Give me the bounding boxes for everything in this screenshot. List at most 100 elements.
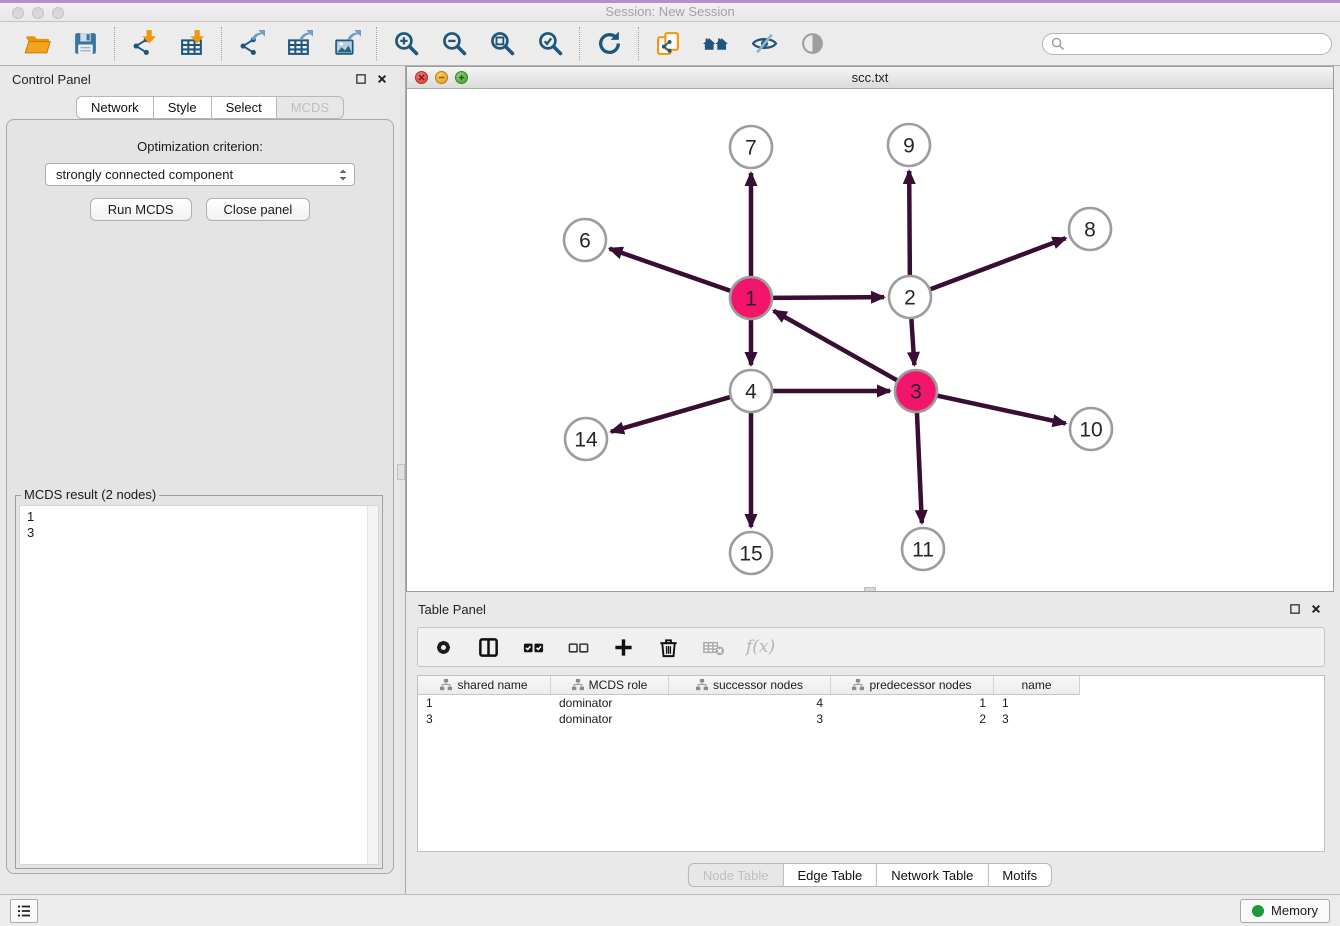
network-window-controls [415, 71, 468, 84]
table-cell[interactable]: 4 [669, 696, 831, 710]
graph-edge-3-1[interactable] [774, 311, 900, 382]
delete-table-button[interactable] [701, 635, 725, 659]
zoom-in-button[interactable] [392, 30, 420, 58]
import-network-button[interactable] [130, 30, 158, 58]
column-header-shared-name[interactable]: shared name [418, 676, 551, 694]
maximize-network-button[interactable] [455, 71, 468, 84]
mcds-panel: Optimization criterion: strongly connect… [6, 119, 394, 874]
search-input[interactable] [1069, 37, 1323, 51]
tab-network[interactable]: Network [76, 96, 154, 119]
graph-edge-1-6[interactable] [610, 249, 734, 292]
table-cell[interactable]: 1 [831, 696, 994, 710]
graph-edge-4-14[interactable] [611, 396, 733, 431]
hide-selected-icon [751, 30, 778, 57]
graph-node-label: 10 [1079, 419, 1102, 442]
memory-button[interactable]: Memory [1240, 899, 1330, 923]
graph-edge-3-11[interactable] [917, 410, 922, 523]
column-label: MCDS role [589, 678, 648, 692]
scrollbar-track[interactable] [367, 506, 378, 864]
search-box[interactable] [1042, 33, 1332, 55]
column-header-name[interactable]: name [994, 676, 1079, 694]
minimize-network-button[interactable] [435, 71, 448, 84]
list-icon [15, 902, 33, 920]
clone-network-button[interactable] [654, 30, 682, 58]
graph-edge-3-10[interactable] [935, 395, 1066, 423]
close-panel-button[interactable] [376, 73, 388, 85]
zoom-out-button[interactable] [440, 30, 468, 58]
table-cell[interactable]: dominator [551, 696, 669, 710]
criterion-dropdown[interactable]: strongly connected component [45, 163, 355, 186]
save-session-button[interactable] [71, 30, 99, 58]
table-tab-motifs[interactable]: Motifs [988, 863, 1052, 887]
open-session-button[interactable] [23, 30, 51, 58]
table-cell[interactable]: 3 [418, 712, 551, 726]
show-all-icon [799, 30, 826, 57]
float-panel-button[interactable] [355, 73, 367, 85]
table-tab-node-table[interactable]: Node Table [688, 863, 784, 887]
add-row-button[interactable] [611, 635, 635, 659]
close-window-button[interactable] [12, 7, 24, 19]
deselect-all-icon [567, 636, 590, 659]
status-bar: Memory [0, 894, 1340, 926]
delete-row-button[interactable] [656, 635, 680, 659]
show-all-button[interactable] [798, 30, 826, 58]
function-button[interactable]: f(x) [746, 635, 775, 659]
column-label: predecessor nodes [869, 678, 971, 692]
mcds-result-item: 1 [27, 509, 378, 525]
export-network-button[interactable] [237, 30, 265, 58]
float-table-panel-button[interactable] [1289, 603, 1301, 615]
network-canvas[interactable]: 7968124314101511 [407, 89, 1333, 591]
columns-button[interactable] [476, 635, 500, 659]
export-image-icon [334, 30, 361, 57]
graph-node-label: 11 [912, 539, 934, 562]
graph-node-label: 8 [1084, 219, 1096, 242]
export-image-button[interactable] [333, 30, 361, 58]
table-tab-network-table[interactable]: Network Table [877, 863, 988, 887]
table-cell[interactable]: dominator [551, 712, 669, 726]
tab-style[interactable]: Style [154, 96, 212, 119]
column-header-mcds-role[interactable]: MCDS role [551, 676, 669, 694]
table-row[interactable]: 3dominator323 [418, 711, 1324, 727]
column-label: successor nodes [713, 678, 803, 692]
column-header-predecessor-nodes[interactable]: predecessor nodes [831, 676, 994, 694]
table-row[interactable]: 1dominator411 [418, 695, 1324, 711]
select-all-button[interactable] [521, 635, 545, 659]
task-history-button[interactable] [10, 899, 38, 923]
graph-edge-2-9[interactable] [909, 171, 910, 278]
first-neighbors-button[interactable] [702, 30, 730, 58]
zoom-window-button[interactable] [52, 7, 64, 19]
close-table-panel-button[interactable] [1310, 603, 1322, 615]
mcds-result-list[interactable]: 13 [19, 505, 379, 865]
run-mcds-button[interactable]: Run MCDS [90, 198, 192, 221]
clone-network-icon [655, 30, 682, 57]
import-table-button[interactable] [178, 30, 206, 58]
refresh-layout-button[interactable] [595, 30, 623, 58]
horizontal-splitter-grip[interactable] [864, 587, 876, 591]
zoom-selected-button[interactable] [536, 30, 564, 58]
hide-selected-button[interactable] [750, 30, 778, 58]
graph-edge-2-3[interactable] [911, 316, 914, 365]
table-cell[interactable]: 1 [418, 696, 551, 710]
export-network-icon [238, 30, 265, 57]
deselect-all-button[interactable] [566, 635, 590, 659]
tab-mcds[interactable]: MCDS [277, 96, 344, 119]
table-cell[interactable]: 2 [831, 712, 994, 726]
zoom-fit-button[interactable] [488, 30, 516, 58]
graph-edge-1-2[interactable] [770, 297, 884, 298]
table-cell[interactable]: 1 [994, 696, 1079, 710]
network-window-titlebar[interactable]: scc.txt [407, 67, 1333, 89]
window-title: Session: New Session [0, 3, 1340, 21]
close-panel-action-button[interactable]: Close panel [206, 198, 311, 221]
minimize-window-button[interactable] [32, 7, 44, 19]
settings-button[interactable] [431, 635, 455, 659]
close-network-button[interactable] [415, 71, 428, 84]
graph-edge-2-8[interactable] [928, 238, 1066, 290]
splitter-grip[interactable] [397, 464, 405, 480]
column-header-successor-nodes[interactable]: successor nodes [669, 676, 831, 694]
table-tab-edge-table[interactable]: Edge Table [783, 863, 877, 887]
table-cell[interactable]: 3 [669, 712, 831, 726]
table-cell[interactable]: 3 [994, 712, 1079, 726]
dropdown-stepper-icon [337, 167, 349, 183]
tab-select[interactable]: Select [212, 96, 277, 119]
export-table-button[interactable] [285, 30, 313, 58]
